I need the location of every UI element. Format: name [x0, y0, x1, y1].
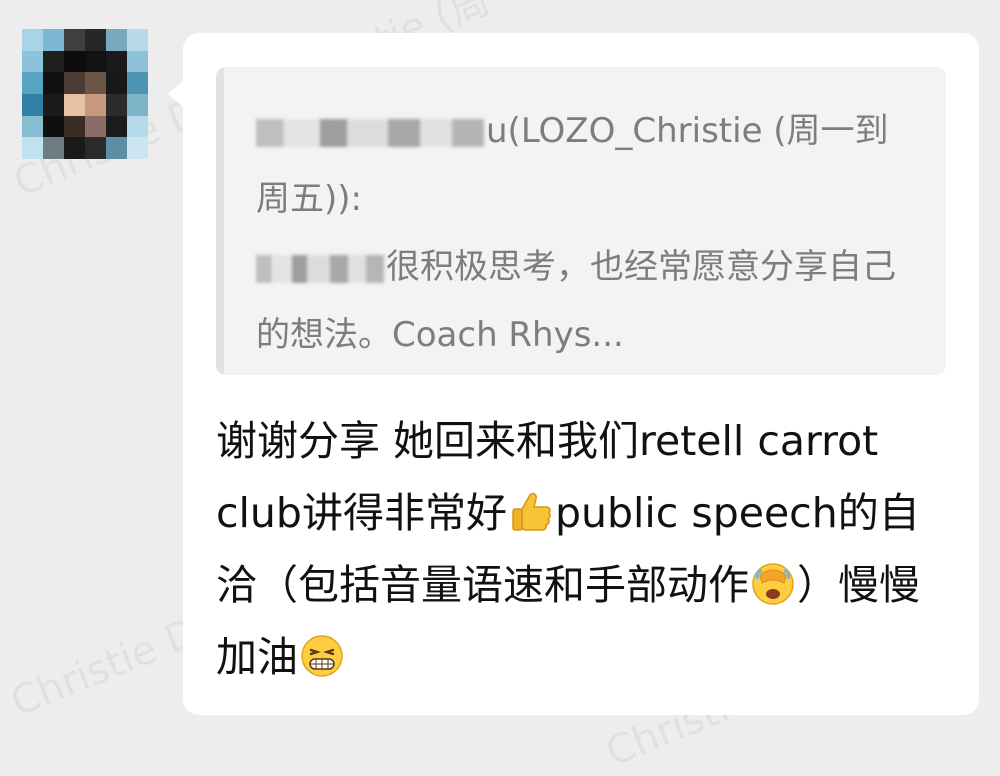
- quote-bar: [216, 67, 224, 375]
- blurred-sender-name: [256, 118, 484, 147]
- message-bubble[interactable]: u(LOZO_Christie (周一到周五)): 很积极思考，也经常愿意分享自…: [183, 33, 979, 715]
- blurred-student-name: [256, 254, 384, 283]
- thumbs-up-icon: [512, 492, 551, 531]
- facepalm-icon: [752, 563, 794, 605]
- quote-text: u(LOZO_Christie (周一到周五)): 很积极思考，也经常愿意分享自…: [256, 97, 896, 369]
- message-text: 谢谢分享 她回来和我们retell carrot club讲得非常好 publi…: [216, 405, 956, 693]
- quoted-message[interactable]: u(LOZO_Christie (周一到周五)): 很积极思考，也经常愿意分享自…: [216, 67, 946, 375]
- avatar[interactable]: [22, 29, 148, 159]
- grinning-squint-icon: [301, 635, 343, 677]
- bubble-tail: [168, 80, 184, 108]
